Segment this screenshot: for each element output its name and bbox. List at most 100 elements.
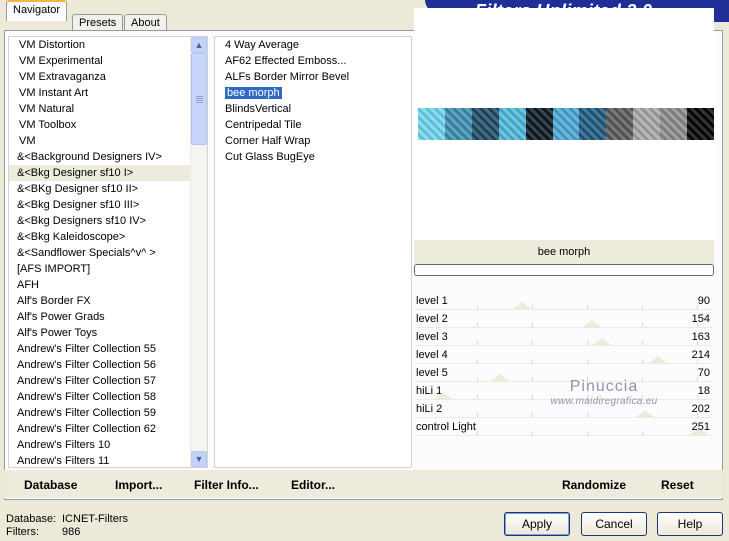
category-item[interactable]: AFH: [9, 277, 207, 293]
category-item[interactable]: VM Toolbox: [9, 117, 207, 133]
preview-tile: [660, 108, 688, 140]
status-filters-value: 986: [62, 526, 81, 538]
parameter-label: level 3: [416, 331, 448, 343]
filter-item[interactable]: Centripedal Tile: [215, 117, 411, 133]
scroll-down-button[interactable]: ▼: [191, 451, 207, 467]
parameter-label: control Light: [416, 421, 476, 433]
help-button[interactable]: Help: [657, 512, 723, 536]
category-item[interactable]: &<Bkg Designer sf10 III>: [9, 197, 207, 213]
preview-area: [414, 8, 714, 240]
parameter-value: 163: [691, 331, 710, 343]
status-filters: Filters: 986: [6, 526, 80, 538]
category-item[interactable]: Andrew's Filter Collection 58: [9, 389, 207, 405]
filter-item-label: 4 Way Average: [225, 39, 299, 51]
preview-tile: [498, 108, 526, 140]
preview-tile: [471, 108, 499, 140]
status-database-label: Database:: [6, 513, 57, 525]
category-item[interactable]: &<BKg Designer sf10 II>: [9, 181, 207, 197]
category-item[interactable]: Andrew's Filter Collection 56: [9, 357, 207, 373]
filter-item-label: bee morph: [225, 87, 282, 99]
filter-item[interactable]: bee morph: [215, 85, 411, 101]
filter-item-label: Cut Glass BugEye: [225, 151, 315, 163]
category-item[interactable]: Alf's Border FX: [9, 293, 207, 309]
preview-image: [418, 108, 714, 140]
scroll-thumb[interactable]: [191, 53, 207, 145]
filter-info-button[interactable]: Filter Info...: [194, 478, 259, 492]
category-item[interactable]: &<Bkg Kaleidoscope>: [9, 229, 207, 245]
category-item[interactable]: VM: [9, 133, 207, 149]
category-item[interactable]: &<Sandflower Specials^v^ >: [9, 245, 207, 261]
tab-presets-label: Presets: [79, 17, 117, 29]
status-database-value: ICNET-Filters: [62, 513, 128, 525]
parameter-value: 202: [691, 403, 710, 415]
import-button[interactable]: Import...: [115, 478, 162, 492]
slider-marker[interactable]: [583, 320, 602, 327]
category-item[interactable]: Alf's Power Toys: [9, 325, 207, 341]
category-item[interactable]: Andrew's Filter Collection 55: [9, 341, 207, 357]
parameter-value: 90: [697, 295, 710, 307]
parameter-slider[interactable]: level 4 214: [414, 346, 714, 364]
category-item[interactable]: VM Extravaganza: [9, 69, 207, 85]
category-item[interactable]: VM Natural: [9, 101, 207, 117]
filter-item-label: Corner Half Wrap: [225, 135, 311, 147]
category-item[interactable]: Andrew's Filter Collection 62: [9, 421, 207, 437]
category-item[interactable]: VM Experimental: [9, 53, 207, 69]
category-item[interactable]: [AFS IMPORT]: [9, 261, 207, 277]
category-item[interactable]: Andrew's Filters 10: [9, 437, 207, 453]
reset-button[interactable]: Reset: [661, 478, 694, 492]
filter-item[interactable]: Cut Glass BugEye: [215, 149, 411, 165]
category-item[interactable]: &<Background Designers IV>: [9, 149, 207, 165]
apply-button[interactable]: Apply: [504, 512, 570, 536]
filter-item-label: BlindsVertical: [225, 103, 292, 115]
editor-button[interactable]: Editor...: [291, 478, 335, 492]
filter-item[interactable]: Corner Half Wrap: [215, 133, 411, 149]
status-database: Database: ICNET-Filters: [6, 513, 128, 525]
selected-filter-name: bee morph: [414, 240, 714, 264]
category-item[interactable]: Andrew's Filters 11: [9, 453, 207, 467]
category-item[interactable]: Andrew's Filter Collection 59: [9, 405, 207, 421]
parameter-value: 251: [691, 421, 710, 433]
filter-list[interactable]: 4 Way Average AF62 Effected Emboss... ALFs…: [214, 36, 412, 468]
parameter-slider[interactable]: hiLi 1 18: [414, 382, 714, 400]
parameter-slider[interactable]: control Light 251: [414, 418, 714, 436]
parameter-slider[interactable]: level 3 163: [414, 328, 714, 346]
preview-tile: [687, 108, 714, 140]
randomize-button[interactable]: Randomize: [562, 478, 626, 492]
scroll-up-button[interactable]: ▲: [191, 37, 207, 53]
category-list[interactable]: VM Distortion VM Experimental VM Extravaga…: [8, 36, 208, 468]
parameter-list: level 1 90 level 2 154 level 3 163 level 4 214 l…: [414, 292, 714, 436]
filter-item[interactable]: BlindsVertical: [215, 101, 411, 117]
slider-marker[interactable]: [433, 392, 452, 399]
parameter-slider[interactable]: hiLi 2 202: [414, 400, 714, 418]
category-scrollbar[interactable]: ▲ ▼: [190, 37, 207, 467]
category-item[interactable]: VM Instant Art: [9, 85, 207, 101]
parameter-slider[interactable]: level 5 70: [414, 364, 714, 382]
category-item[interactable]: Andrew's Filter Collection 57: [9, 373, 207, 389]
parameter-slider[interactable]: level 2 154: [414, 310, 714, 328]
database-button[interactable]: Database: [24, 478, 77, 492]
cancel-button[interactable]: Cancel: [581, 512, 647, 536]
tab-navigator[interactable]: Navigator: [6, 0, 68, 21]
preview-tile: [444, 108, 472, 140]
parameter-label: level 2: [416, 313, 448, 325]
category-item[interactable]: Alf's Power Grads: [9, 309, 207, 325]
preview-tile: [552, 108, 580, 140]
filter-item-label: ALFs Border Mirror Bevel: [225, 71, 350, 83]
parameter-label: level 4: [416, 349, 448, 361]
filter-item[interactable]: ALFs Border Mirror Bevel: [215, 69, 411, 85]
category-item[interactable]: &<Bkg Designer sf10 I>: [9, 165, 207, 181]
parameter-slider[interactable]: level 1 90: [414, 292, 714, 310]
slider-marker[interactable]: [648, 356, 667, 363]
status-filters-label: Filters:: [6, 526, 39, 538]
slider-marker[interactable]: [592, 338, 611, 345]
category-item[interactable]: VM Distortion: [9, 37, 207, 53]
slider-marker[interactable]: [635, 410, 654, 417]
filter-item[interactable]: AF62 Effected Emboss...: [215, 53, 411, 69]
progress-bar: [414, 264, 714, 276]
slider-marker[interactable]: [512, 302, 531, 309]
preview-tile: [633, 108, 661, 140]
category-item[interactable]: &<Bkg Designers sf10 IV>: [9, 213, 207, 229]
filter-item[interactable]: 4 Way Average: [215, 37, 411, 53]
parameter-label: level 1: [416, 295, 448, 307]
slider-marker[interactable]: [490, 374, 509, 381]
